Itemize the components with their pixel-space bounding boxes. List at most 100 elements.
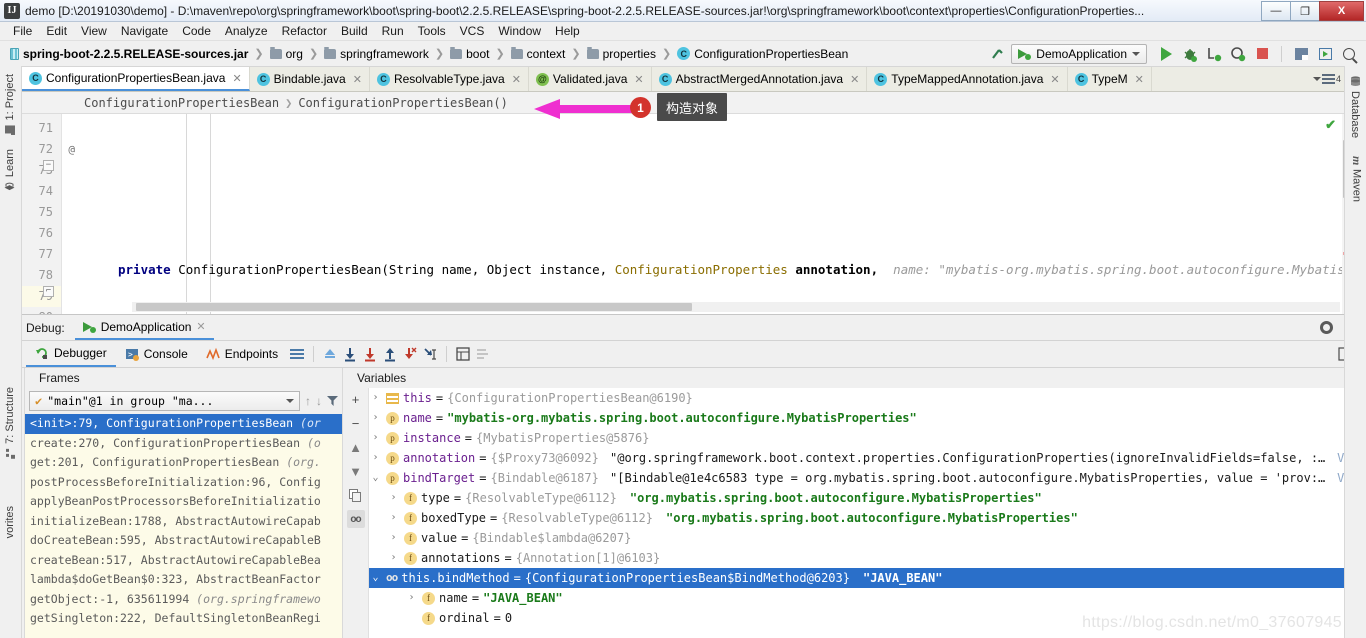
run-button[interactable] [1155,43,1177,65]
expand-chevron-icon[interactable]: › [369,448,382,468]
variable-row-type[interactable]: › f type = {ResolvableType@6112} "org.my… [369,488,1366,508]
step-out-button[interactable] [380,344,400,364]
frame-row[interactable]: postProcessBeforeInitialization:96, Conf… [25,473,342,493]
select-opened-file-button[interactable] [1314,43,1336,65]
frame-row[interactable]: initializeBean:1788, AbstractAutowireCap… [25,512,342,532]
frame-row[interactable]: <init>:79, ConfigurationPropertiesBean (… [25,414,342,434]
run-configuration-selector[interactable]: DemoApplication [1011,43,1147,64]
stop-button[interactable] [1251,43,1273,65]
breadcrumb-context[interactable]: context [509,46,568,61]
tab-debugger[interactable]: Debugger [26,341,116,367]
tab-console[interactable]: > Console [116,341,197,367]
thread-selector[interactable]: ✔ "main"@1 in group "ma... [29,391,300,411]
remove-watch-icon[interactable]: − [347,414,365,432]
tab-typemappedannotation[interactable]: C TypeMappedAnnotation.java ✕ [867,67,1068,91]
expand-chevron-icon[interactable]: › [387,488,400,508]
show-execution-point-button[interactable] [320,344,340,364]
breadcrumb-method-name[interactable]: ConfigurationPropertiesBean() [298,96,508,110]
code-fold-collapse[interactable]: − [43,160,57,171]
frame-up-icon[interactable]: ↑ [305,394,311,408]
variable-row-annotation[interactable]: › p annotation = {$Proxy73@6092} "@org.s… [369,448,1366,468]
collapse-chevron-icon[interactable]: ⌄ [369,468,382,488]
menu-item-tools[interactable]: Tools [411,23,453,39]
tab-abstractmergedannotation[interactable]: C AbstractMergedAnnotation.java ✕ [652,67,868,91]
frame-row[interactable]: lambda$doGetBean$0:323, AbstractBeanFact… [25,570,342,590]
tab-typem[interactable]: C TypeM ✕ [1068,67,1152,91]
menu-item-navigate[interactable]: Navigate [114,23,175,39]
variable-row-name[interactable]: › p name = "mybatis-org.mybatis.spring.b… [369,408,1366,428]
breadcrumb-org[interactable]: org [268,46,305,61]
frame-row[interactable]: create:270, ConfigurationPropertiesBean … [25,434,342,454]
menu-item-run[interactable]: Run [375,23,411,39]
variable-row-instance[interactable]: › p instance = {MybatisProperties@5876} [369,428,1366,448]
variable-row-ordinal[interactable]: f ordinal = 0 [369,608,1366,628]
profile-button[interactable] [1227,43,1249,65]
code-editor[interactable]: 71 72@ 73 74 75 76 77 78 79 80 − ⌐ priva… [0,114,1366,314]
frame-row[interactable]: doCreateBean:595, AbstractAutowireCapabl… [25,531,342,551]
expand-chevron-icon[interactable]: › [387,548,400,568]
variables-tree[interactable]: › this = {ConfigurationPropertiesBean@61… [369,388,1366,638]
tab-configurationpropertiesbean[interactable]: C ConfigurationPropertiesBean.java ✕ [22,67,250,91]
sidebar-item-maven[interactable]: m Maven [1349,152,1364,206]
variable-row-value[interactable]: › f value = {Bindable$lambda@6207} [369,528,1366,548]
frame-row[interactable]: createBean:517, AbstractAutowireCapableB… [25,551,342,571]
code-fold-end[interactable]: ⌐ [43,286,57,297]
tab-validated[interactable]: @ Validated.java ✕ [529,67,652,91]
menu-item-code[interactable]: Code [175,23,218,39]
filter-icon[interactable] [327,396,338,406]
frame-row[interactable]: getObject:-1, 635611994 (org.springframe… [25,590,342,610]
frame-row[interactable]: applyBeanPostProcessorsBeforeInitializat… [25,492,342,512]
breadcrumb-jar[interactable]: spring-boot-2.2.5.RELEASE-sources.jar [8,47,250,61]
expand-chevron-icon[interactable]: › [387,508,400,528]
mute-breakpoints-button[interactable] [473,344,493,364]
variable-row-boxedtype[interactable]: › f boxedType = {ResolvableType@6112} "o… [369,508,1366,528]
menu-item-build[interactable]: Build [334,23,375,39]
minimize-button[interactable]: — [1261,1,1290,21]
menu-item-window[interactable]: Window [491,23,548,39]
add-watch-icon[interactable]: + [347,390,365,408]
copy-icon[interactable] [347,486,365,504]
menu-item-edit[interactable]: Edit [39,23,74,39]
variable-row-bindtarget[interactable]: ⌄ p bindTarget = {Bindable@6187} "[Binda… [369,468,1366,488]
menu-item-refactor[interactable]: Refactor [275,23,334,39]
variable-row-bindmethod[interactable]: ⌄ oo this.bindMethod = {ConfigurationPro… [369,568,1366,588]
expand-chevron-icon[interactable]: › [405,588,418,608]
close-icon[interactable]: ✕ [1135,73,1144,86]
tab-bindable[interactable]: C Bindable.java ✕ [250,67,370,91]
close-icon[interactable]: ✕ [850,73,859,86]
expand-chevron-icon[interactable]: › [369,408,382,428]
step-into-button[interactable] [360,344,380,364]
sidebar-item-database[interactable]: Database [1349,72,1361,142]
menu-item-vcs[interactable]: VCS [453,23,492,39]
force-step-into-button[interactable] [400,344,420,364]
step-over-button[interactable] [340,344,360,364]
search-everywhere-button[interactable] [1338,43,1360,65]
run-with-coverage-button[interactable] [1203,43,1225,65]
close-icon[interactable]: ✕ [1050,73,1059,86]
breadcrumb-properties[interactable]: properties [585,46,658,61]
expand-chevron-icon[interactable]: › [387,528,400,548]
breadcrumb-boot[interactable]: boot [448,46,491,61]
build-project-icon[interactable] [987,43,1009,65]
close-icon[interactable]: ✕ [232,72,241,85]
move-up-icon[interactable]: ▲ [347,438,365,456]
close-icon[interactable]: ✕ [634,73,643,86]
restore-button[interactable]: ❐ [1290,1,1319,21]
close-icon[interactable]: ✕ [353,73,362,86]
tab-resolvabletype[interactable]: C ResolvableType.java ✕ [370,67,529,91]
inspect-icon[interactable]: oo [346,510,365,528]
editor-hscrollbar-thumb[interactable] [136,303,692,311]
menu-item-help[interactable]: Help [548,23,587,39]
expand-chevron-icon[interactable]: › [369,388,382,408]
menu-item-view[interactable]: View [74,23,114,39]
menu-item-analyze[interactable]: Analyze [218,23,275,39]
sidebar-item-project[interactable]: 1: Project [4,70,16,139]
breadcrumb-class-name[interactable]: ConfigurationPropertiesBean [84,96,279,110]
collapse-chevron-icon[interactable]: ⌄ [369,568,382,588]
close-button[interactable]: X [1319,1,1364,21]
evaluate-expression-button[interactable] [453,344,473,364]
layout-button[interactable] [1290,43,1312,65]
sidebar-item-learn[interactable]: Learn [4,145,16,196]
frame-row[interactable]: getSingleton:222, DefaultSingletonBeanRe… [25,609,342,629]
inspection-ok-icon[interactable]: ✔ [1325,117,1336,133]
